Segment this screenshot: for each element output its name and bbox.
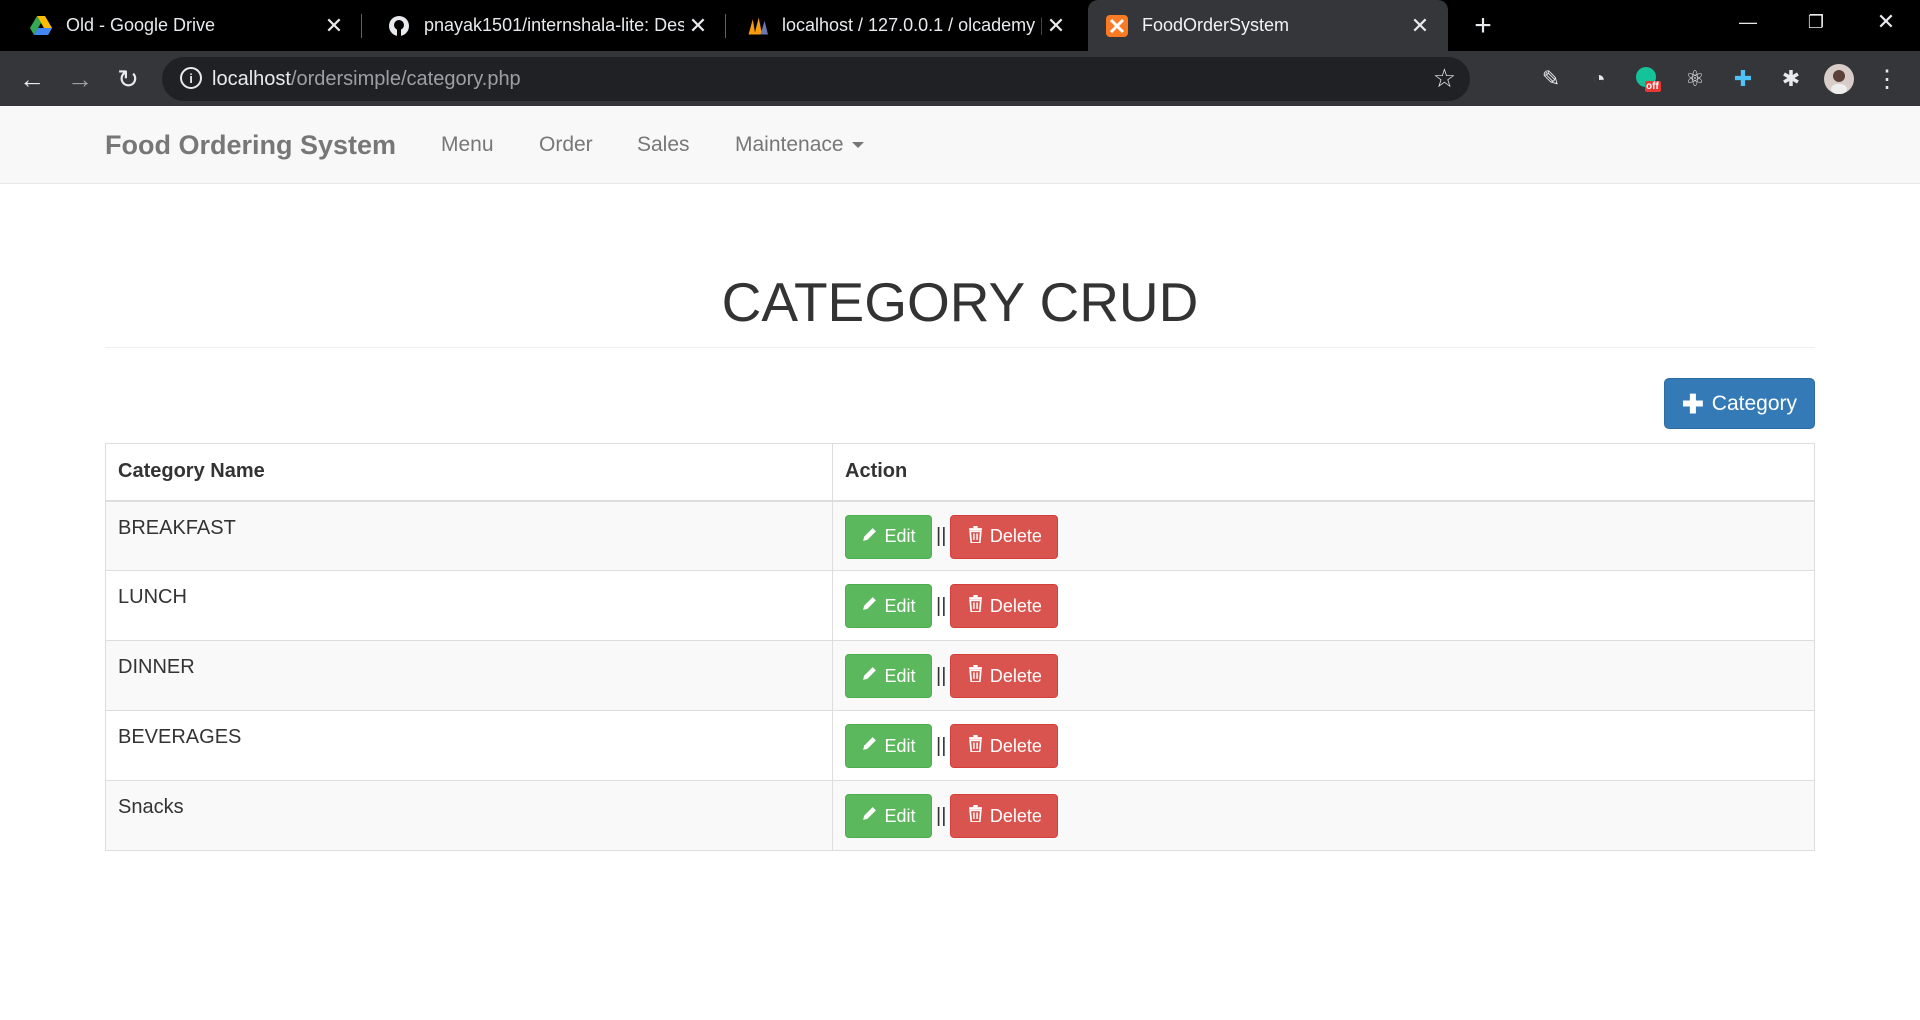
edit-button[interactable]: Edit	[845, 794, 932, 838]
info-icon[interactable]: i	[180, 67, 202, 89]
page-header: CATEGORY CRUD	[105, 262, 1815, 348]
action-cell: Edit || Delete	[832, 710, 1815, 781]
bookmark-star-icon[interactable]: ☆	[1433, 63, 1456, 94]
action-cell: Edit || Delete	[832, 640, 1815, 711]
tab-title: localhost / 127.0.0.1 / olcademy |	[782, 15, 1042, 35]
nav-link-menu[interactable]: Menu	[441, 106, 494, 184]
category-name-cell: Snacks	[105, 780, 833, 851]
browser-tabstrip: Old - Google Drive ✕ pnayak1501/internsh…	[0, 0, 1920, 51]
action-separator: ||	[936, 804, 947, 827]
trash-icon	[967, 735, 984, 757]
google-drive-icon	[30, 15, 52, 37]
speedometer-extension-icon[interactable]: ◔	[1584, 64, 1614, 94]
table-row: DINNER Edit || Delete	[105, 640, 1815, 711]
new-tab-button[interactable]: +	[1466, 9, 1500, 43]
reload-button[interactable]: ↻	[110, 61, 146, 97]
pencil-icon	[861, 805, 878, 827]
category-name-cell: LUNCH	[105, 570, 833, 641]
action-cell: Edit || Delete	[832, 500, 1815, 571]
restore-button[interactable]: ❐	[1786, 0, 1846, 44]
diamond-extension-icon[interactable]: ✚	[1728, 64, 1758, 94]
tab-title: Old - Google Drive	[66, 15, 216, 35]
pencil-icon	[861, 595, 878, 617]
category-table: Category Name Action BREAKFAST Edit || Dele…	[105, 443, 1815, 851]
action-cell: Edit || Delete	[832, 780, 1815, 851]
edit-button[interactable]: Edit	[845, 514, 932, 559]
delete-button[interactable]: Delete	[950, 584, 1059, 628]
tab-github[interactable]: pnayak1501/internshala-lite: Desi ✕	[372, 0, 726, 51]
column-header-category-name: Category Name	[105, 443, 833, 502]
browser-toolbar: ← → ↻ i localhost/ordersimple/category.p…	[0, 51, 1920, 106]
category-name-cell: DINNER	[105, 640, 833, 711]
edit-button[interactable]: Edit	[845, 724, 932, 768]
category-name-cell: BEVERAGES	[105, 710, 833, 781]
table-header-row: Category Name Action	[105, 443, 1815, 502]
pencil-icon	[861, 735, 878, 757]
action-separator: ||	[936, 664, 947, 687]
window-close-button[interactable]: ✕	[1856, 0, 1916, 44]
page-title: CATEGORY CRUD	[721, 271, 1199, 333]
extensions-puzzle-icon[interactable]: ✱	[1776, 64, 1806, 94]
close-icon[interactable]: ✕	[1042, 12, 1070, 40]
action-separator: ||	[936, 734, 947, 757]
grammarly-extension-icon[interactable]: off	[1632, 64, 1662, 94]
url-text: localhost/ordersimple/category.php	[212, 68, 521, 90]
navbar-brand[interactable]: Food Ordering System	[105, 106, 396, 184]
avatar[interactable]	[1824, 64, 1854, 94]
phpmyadmin-icon	[746, 15, 768, 37]
action-cell: Edit || Delete	[832, 570, 1815, 641]
caret-down-icon	[851, 142, 864, 149]
plus-icon: ✚	[1681, 388, 1704, 419]
site-navbar: Food Ordering System Menu Order Sales Ma…	[0, 106, 1920, 184]
github-icon	[388, 15, 410, 37]
trash-icon	[967, 665, 984, 687]
table-row: BREAKFAST Edit || Delete	[105, 500, 1815, 571]
extension-badge: off	[1646, 81, 1659, 92]
address-bar[interactable]: i localhost/ordersimple/category.php ☆	[162, 57, 1470, 101]
tab-title: pnayak1501/internshala-lite: Desi	[424, 15, 684, 35]
column-header-action: Action	[832, 443, 1815, 502]
tab-food-order-system[interactable]: FoodOrderSystem ✕	[1088, 0, 1448, 51]
close-icon[interactable]: ✕	[1406, 12, 1434, 40]
nav-link-sales[interactable]: Sales	[637, 106, 690, 184]
trash-icon	[967, 805, 984, 827]
category-name-cell: BREAKFAST	[105, 500, 833, 571]
delete-button[interactable]: Delete	[950, 514, 1059, 559]
close-icon[interactable]: ✕	[320, 12, 348, 40]
tab-phpmyadmin[interactable]: localhost / 127.0.0.1 / olcademy | ✕	[730, 0, 1084, 51]
add-category-button[interactable]: ✚ Category	[1664, 378, 1815, 429]
trash-icon	[967, 595, 984, 617]
tab-google-drive[interactable]: Old - Google Drive ✕	[0, 0, 362, 51]
forward-button[interactable]: →	[62, 61, 98, 97]
edit-button[interactable]: Edit	[845, 584, 932, 628]
delete-button[interactable]: Delete	[950, 794, 1059, 838]
more-menu-icon[interactable]: ⋮	[1872, 64, 1902, 94]
add-category-label: Category	[1711, 391, 1797, 415]
delete-button[interactable]: Delete	[950, 724, 1059, 768]
action-separator: ||	[936, 525, 947, 547]
tab-title: FoodOrderSystem	[1142, 15, 1290, 35]
react-devtools-icon[interactable]: ⚛	[1680, 64, 1710, 94]
edit-button[interactable]: Edit	[845, 654, 932, 698]
table-row: Snacks Edit || Delete	[105, 780, 1815, 851]
minimize-button[interactable]: —	[1718, 0, 1778, 44]
nav-link-order[interactable]: Order	[539, 106, 593, 184]
xampp-icon	[1106, 14, 1128, 37]
back-button[interactable]: ←	[14, 61, 50, 97]
pen-extension-icon[interactable]: ✎	[1536, 64, 1566, 94]
table-row: LUNCH Edit || Delete	[105, 570, 1815, 641]
delete-button[interactable]: Delete	[950, 654, 1059, 698]
close-icon[interactable]: ✕	[684, 12, 712, 40]
table-row: BEVERAGES Edit || Delete	[105, 710, 1815, 781]
pencil-icon	[861, 526, 878, 548]
trash-icon	[967, 525, 984, 548]
nav-dropdown-maintenance[interactable]: Maintenace	[735, 106, 864, 184]
action-separator: ||	[936, 594, 947, 617]
pencil-icon	[861, 665, 878, 687]
